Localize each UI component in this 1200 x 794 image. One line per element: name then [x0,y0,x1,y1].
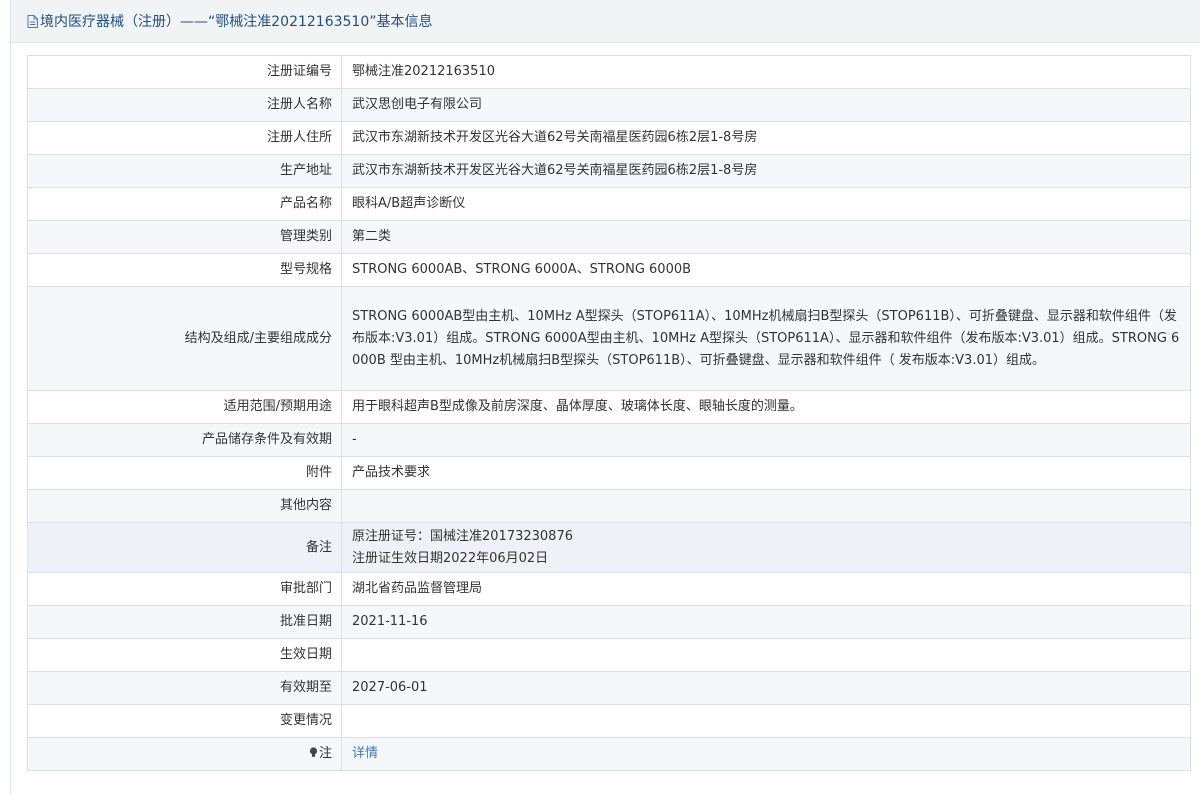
table-row: 产品名称 眼科A/B超声诊断仪 [27,187,1191,221]
table-row: 审批部门 湖北省药品监督管理局 [27,572,1191,606]
table-row: 注册人住所 武汉市东湖新技术开发区光谷大道62号关南福星医药园6栋2层1-8号房 [27,121,1191,155]
row-label: 结构及组成/主要组成成分 [27,286,342,391]
row-value: 湖北省药品监督管理局 [341,572,1191,606]
document-icon [27,14,38,28]
row-label: 审批部门 [27,572,342,606]
row-value: 详情 [341,737,1191,771]
table-row: 注册证编号 鄂械注准20212163510 [27,55,1191,89]
row-label: 备注 [27,522,342,573]
row-label: 注 [27,737,342,771]
row-value: 产品技术要求 [341,456,1191,490]
info-table: 注册证编号 鄂械注准20212163510 注册人名称 武汉思创电子有限公司 注… [27,55,1191,771]
row-value: 武汉市东湖新技术开发区光谷大道62号关南福星医药园6栋2层1-8号房 [341,121,1191,155]
row-value: 用于眼科超声B型成像及前房深度、晶体厚度、玻璃体长度、眼轴长度的测量。 [341,390,1191,424]
table-row: 适用范围/预期用途 用于眼科超声B型成像及前房深度、晶体厚度、玻璃体长度、眼轴长… [27,390,1191,424]
row-value: 2027-06-01 [341,671,1191,705]
note-label: 注 [318,746,332,761]
row-label: 型号规格 [27,253,342,287]
table-row: 附件 产品技术要求 [27,456,1191,490]
row-label: 变更情况 [27,704,342,738]
table-row: 型号规格 STRONG 6000AB、STRONG 6000A、STRONG 6… [27,253,1191,287]
table-row: 生效日期 [27,638,1191,672]
row-label: 适用范围/预期用途 [27,390,342,424]
row-value: 眼科A/B超声诊断仪 [341,187,1191,221]
row-label: 其他内容 [27,489,342,523]
row-label: 注册证编号 [27,55,342,89]
row-label: 注册人住所 [27,121,342,155]
row-value: 鄂械注准20212163510 [341,55,1191,89]
table-row: 有效期至 2027-06-01 [27,671,1191,705]
row-label: 批准日期 [27,605,342,639]
table-row: 管理类别 第二类 [27,220,1191,254]
remark-line: 原注册证号：国械注准20173230876 [352,528,573,544]
row-label: 产品名称 [27,187,342,221]
row-value [341,489,1191,523]
table-row: 变更情况 [27,704,1191,738]
table-row: 注 详情 [27,737,1191,771]
row-label: 生产地址 [27,154,342,188]
details-link[interactable]: 详情 [352,746,378,761]
table-row: 生产地址 武汉市东湖新技术开发区光谷大道62号关南福星医药园6栋2层1-8号房 [27,154,1191,188]
row-value: 武汉思创电子有限公司 [341,88,1191,122]
row-value: 第二类 [341,220,1191,254]
row-label: 有效期至 [27,671,342,705]
row-value: STRONG 6000AB、STRONG 6000A、STRONG 6000B [341,253,1191,287]
row-value: 武汉市东湖新技术开发区光谷大道62号关南福星医药园6栋2层1-8号房 [341,154,1191,188]
table-row: 备注 原注册证号：国械注准20173230876 注册证生效日期2022年06月… [27,522,1191,573]
remark-line: 注册证生效日期2022年06月02日 [352,550,549,566]
row-value: - [341,423,1191,457]
row-value [341,704,1191,738]
table-row: 产品储存条件及有效期 - [27,423,1191,457]
row-value: 2021-11-16 [341,605,1191,639]
row-label: 管理类别 [27,220,342,254]
table-row: 批准日期 2021-11-16 [27,605,1191,639]
panel-header: 境内医疗器械（注册）——“鄂械注准20212163510”基本信息 [11,0,1200,43]
row-value [341,638,1191,672]
row-label: 生效日期 [27,638,342,672]
row-value: 原注册证号：国械注准20173230876 注册证生效日期2022年06月02日 [341,522,1191,573]
table-row: 结构及组成/主要组成成分 STRONG 6000AB型由主机、10MHz A型探… [27,286,1191,391]
table-row: 其他内容 [27,489,1191,523]
page-title: 境内医疗器械（注册）——“鄂械注准20212163510”基本信息 [40,14,433,30]
row-value: STRONG 6000AB型由主机、10MHz A型探头（STOP611A）、1… [341,286,1191,391]
row-label: 产品储存条件及有效期 [27,423,342,457]
info-panel: 境内医疗器械（注册）——“鄂械注准20212163510”基本信息 注册证编号 … [10,0,1200,794]
row-label: 附件 [27,456,342,490]
row-label: 注册人名称 [27,88,342,122]
lightbulb-icon [309,747,318,757]
table-row: 注册人名称 武汉思创电子有限公司 [27,88,1191,122]
